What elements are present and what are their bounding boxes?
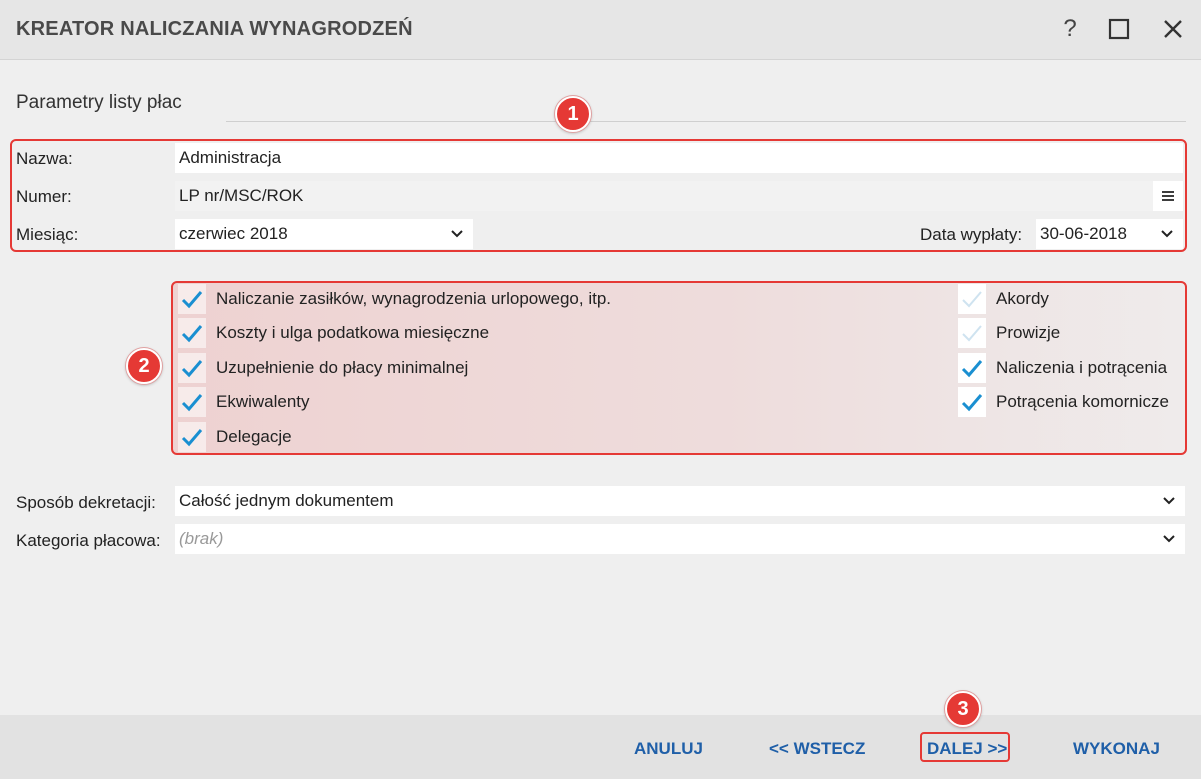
miesiac-label: Miesiąc: (16, 225, 79, 244)
help-icon[interactable]: ? (1055, 14, 1085, 44)
dekretacja-label: Sposób dekretacji: (16, 493, 156, 512)
execute-button[interactable]: WYKONAJ (1073, 739, 1160, 759)
option-label: Naliczanie zasiłków, wynagrodzenia urlop… (216, 289, 611, 308)
chevron-down-icon (1161, 219, 1175, 249)
dekretacja-select[interactable]: Całość jednym dokumentem (175, 486, 1185, 516)
numer-field[interactable]: LP nr/MSC/ROK (175, 181, 1183, 211)
option-label: Naliczenia i potrącenia (996, 358, 1168, 377)
section-title: Parametry listy płac (16, 92, 182, 113)
option-label: Koszty i ulga podatkowa miesięczne (216, 323, 490, 342)
kategoria-select[interactable]: (brak) (175, 524, 1185, 554)
option-label: Delegacje (216, 427, 292, 446)
callout-badge-1: 1 (555, 96, 591, 132)
close-icon[interactable] (1158, 14, 1188, 44)
data-wyplaty-select[interactable]: 30-06-2018 (1036, 219, 1183, 249)
title-bar: KREATOR NALICZANIA WYNAGRODZEŃ ? (0, 0, 1201, 60)
option-potracenia-komornicze[interactable]: Potrącenia komornicze (958, 387, 1169, 417)
callout-badge-3: 3 (945, 691, 981, 727)
option-label: Prowizje (996, 323, 1061, 342)
miesiac-select[interactable]: czerwiec 2018 (175, 219, 473, 249)
menu-icon[interactable] (1153, 181, 1183, 211)
data-wyplaty-label: Data wypłaty: (920, 225, 1023, 244)
back-button[interactable]: << WSTECZ (769, 739, 865, 759)
cancel-button[interactable]: ANULUJ (634, 739, 703, 759)
option-prowizje[interactable]: Prowizje (958, 318, 1060, 348)
next-button[interactable]: DALEJ >> (927, 739, 1007, 759)
option-akordy[interactable]: Akordy (958, 284, 1049, 314)
checkbox-checked-icon[interactable] (178, 284, 206, 314)
checkbox-checked-icon[interactable] (178, 422, 206, 452)
option-uzupelnienie[interactable]: Uzupełnienie do płacy minimalnej (178, 353, 468, 383)
numer-label: Numer: (16, 187, 72, 206)
window-title: KREATOR NALICZANIA WYNAGRODZEŃ (16, 18, 413, 40)
option-label: Potrącenia komornicze (996, 392, 1169, 411)
kategoria-label: Kategoria płacowa: (16, 531, 161, 550)
kategoria-value: (brak) (179, 529, 224, 548)
callout-badge-2: 2 (126, 348, 162, 384)
chevron-down-icon (451, 219, 465, 249)
checkbox-checked-icon[interactable] (178, 387, 206, 417)
checkbox-checked-icon[interactable] (958, 353, 986, 383)
option-label: Akordy (996, 289, 1049, 308)
numer-value: LP nr/MSC/ROK (179, 186, 304, 205)
checkbox-unchecked-icon[interactable] (958, 318, 986, 348)
checkbox-checked-icon[interactable] (178, 353, 206, 383)
option-label: Uzupełnienie do płacy minimalnej (216, 358, 469, 377)
option-zasilki[interactable]: Naliczanie zasiłków, wynagrodzenia urlop… (178, 284, 611, 314)
option-ekwiwalenty[interactable]: Ekwiwalenty (178, 387, 310, 417)
option-label: Ekwiwalenty (216, 392, 310, 411)
footer-bar (0, 715, 1201, 779)
nazwa-field[interactable]: Administracja (175, 143, 1183, 173)
checkbox-unchecked-icon[interactable] (958, 284, 986, 314)
miesiac-value: czerwiec 2018 (179, 224, 288, 243)
chevron-down-icon (1163, 524, 1177, 554)
dekretacja-value: Całość jednym dokumentem (179, 491, 394, 510)
maximize-icon[interactable] (1104, 14, 1134, 44)
section-divider (226, 121, 1186, 122)
option-naliczenia-potracenia[interactable]: Naliczenia i potrącenia (958, 353, 1167, 383)
option-koszty-ulga[interactable]: Koszty i ulga podatkowa miesięczne (178, 318, 489, 348)
checkbox-checked-icon[interactable] (178, 318, 206, 348)
checkbox-checked-icon[interactable] (958, 387, 986, 417)
chevron-down-icon (1163, 486, 1177, 516)
data-wyplaty-value: 30-06-2018 (1040, 224, 1127, 243)
nazwa-label: Nazwa: (16, 149, 73, 168)
option-delegacje[interactable]: Delegacje (178, 422, 292, 452)
